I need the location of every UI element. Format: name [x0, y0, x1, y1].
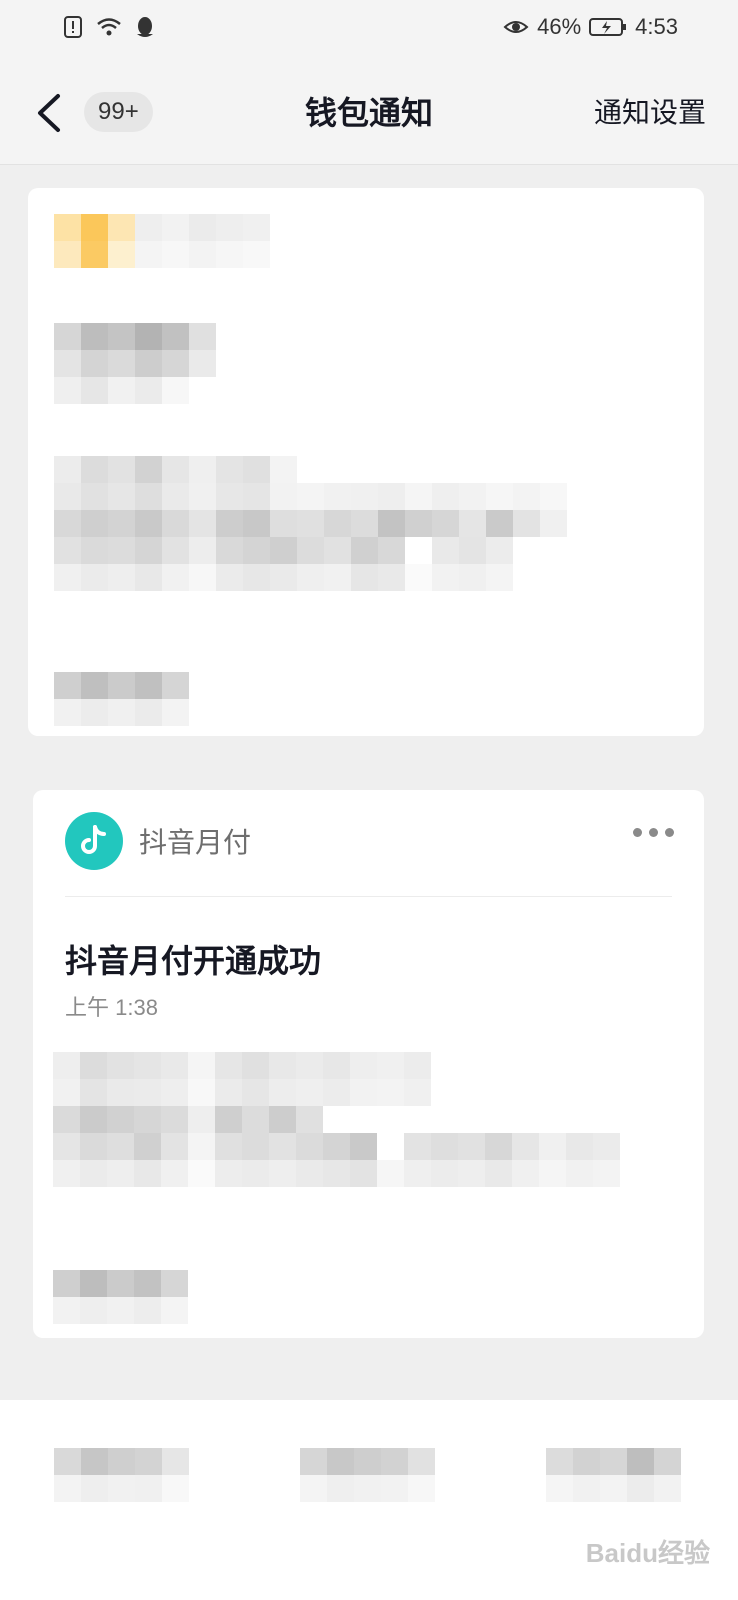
blurred-body — [54, 456, 297, 483]
bottom-bar-blurred: Baidu经验 — [0, 1400, 738, 1600]
douyin-logo-icon — [65, 812, 123, 870]
screen: 46% 4:53 99+ 钱包通知 通知设置 抖音月付 抖音月付开通成功 上午 … — [0, 0, 738, 1600]
blurred-bottom-right — [546, 1448, 681, 1475]
notification-settings-button[interactable]: 通知设置 — [594, 90, 706, 136]
wifi-icon — [97, 18, 121, 36]
divider — [65, 896, 672, 897]
chevron-left-icon[interactable] — [30, 90, 70, 136]
battery-icon — [589, 18, 627, 36]
unread-count-badge[interactable]: 99+ — [84, 92, 153, 132]
notification-card-blurred[interactable] — [28, 188, 704, 736]
notification-card[interactable]: 抖音月付 抖音月付开通成功 上午 1:38 — [33, 790, 704, 1338]
app-name: 抖音月付 — [139, 827, 252, 858]
blurred-bottom-left — [54, 1448, 189, 1475]
blurred-body — [53, 1052, 431, 1079]
blurred-footer — [54, 672, 189, 699]
blurred-footer — [53, 1270, 188, 1297]
alert-icon — [64, 16, 82, 38]
blurred-bottom-middle — [300, 1448, 435, 1475]
watermark: Baidu经验 — [585, 1538, 710, 1568]
nav-bar: 99+ 钱包通知 通知设置 — [0, 62, 738, 165]
card-header: 抖音月付 — [65, 812, 251, 870]
eye-icon — [503, 21, 529, 33]
battery-percent: 46% — [537, 14, 582, 39]
blurred-title — [54, 323, 216, 350]
clock: 4:53 — [635, 14, 678, 39]
status-left-icons — [60, 14, 158, 40]
blurred-header — [54, 214, 270, 241]
qq-icon — [137, 17, 153, 37]
notification-title: 抖音月付开通成功 — [65, 943, 322, 979]
status-bar: 46% 4:53 — [0, 0, 738, 62]
more-horizontal-icon[interactable] — [633, 828, 674, 837]
notification-time: 上午 1:38 — [65, 995, 158, 1020]
status-right: 46% 4:53 — [503, 14, 678, 40]
